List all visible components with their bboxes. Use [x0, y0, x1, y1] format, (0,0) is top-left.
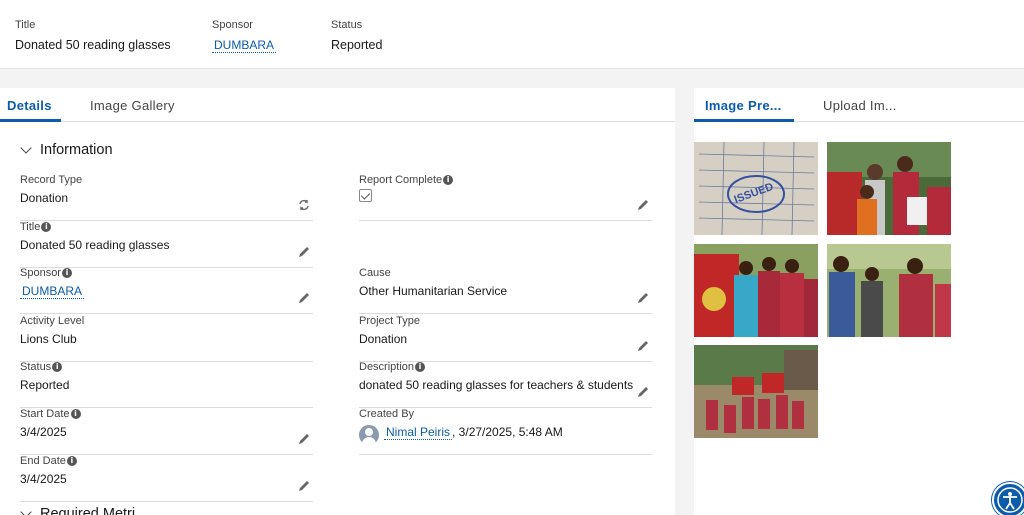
field-description: Description i donated 50 reading glasses …	[359, 361, 652, 408]
pencil-icon[interactable]	[297, 291, 311, 305]
document-photo: ISSUED	[694, 142, 818, 235]
field-value: Reported	[20, 378, 70, 392]
field-record-type: Record Type Donation	[20, 174, 313, 221]
chevron-down-icon	[20, 142, 32, 154]
record-highlights: Title Donated 50 reading glasses Sponsor…	[0, 0, 1024, 69]
highlight-title-label: Title	[15, 19, 36, 31]
required-metrics-section-toggle[interactable]: Required Metri...	[20, 506, 147, 515]
field-value: donated 50 reading glasses for teachers …	[359, 378, 634, 392]
information-section-toggle[interactable]: Information	[20, 142, 113, 158]
pencil-icon[interactable]	[297, 479, 311, 493]
field-label: Title	[20, 221, 41, 233]
field-value: Other Humanitarian Service	[359, 284, 508, 298]
gallery-image-document[interactable]: ISSUED	[694, 142, 818, 235]
highlight-title: Title Donated 50 reading glasses	[15, 19, 171, 52]
field-title: Title i Donated 50 reading glasses	[20, 221, 313, 268]
active-tab-indicator	[694, 119, 794, 122]
info-icon[interactable]: i	[443, 175, 454, 185]
field-label: Project Type	[359, 315, 420, 327]
tab-image-gallery[interactable]: Image Gallery	[90, 98, 175, 113]
field-label: Start Date	[20, 408, 70, 420]
pencil-icon[interactable]	[636, 198, 650, 212]
active-tab-indicator	[0, 119, 61, 122]
field-status: Status i Reported	[20, 361, 313, 408]
info-icon[interactable]: i	[70, 409, 81, 419]
field-label: Record Type	[20, 174, 83, 186]
image-tabs: Image Pre... Upload Im...	[694, 88, 1024, 122]
sponsor-link[interactable]: DUMBARA	[20, 284, 85, 299]
gallery-image-glasses-fitting[interactable]	[827, 244, 951, 337]
pencil-icon[interactable]	[636, 291, 650, 305]
people-photo	[827, 142, 951, 235]
field-label: Activity Level	[20, 315, 85, 327]
accessibility-button[interactable]	[992, 482, 1024, 515]
record-tabs: Details Image Gallery	[0, 88, 675, 122]
glasses-fitting-photo	[827, 244, 951, 337]
report-complete-checkbox	[359, 189, 372, 202]
field-project-type: Project Type Donation	[359, 315, 652, 362]
created-by-user-link[interactable]: Nimal Peiris	[384, 425, 453, 440]
field-activity-level: Activity Level Lions Club	[20, 315, 313, 362]
field-start-date: Start Date i 3/4/2025	[20, 408, 313, 455]
field-cause: Cause Other Humanitarian Service	[359, 267, 652, 314]
info-icon[interactable]: i	[66, 456, 77, 466]
required-metrics-section-title: Required Metri...	[40, 506, 148, 515]
field-label: Sponsor	[20, 267, 61, 279]
avatar-icon	[359, 425, 379, 445]
info-icon[interactable]: i	[41, 222, 52, 232]
field-label: End Date	[20, 455, 66, 467]
accessibility-icon	[997, 487, 1023, 513]
tab-upload-image[interactable]: Upload Im...	[823, 98, 897, 113]
gallery-image-banner-group[interactable]	[694, 244, 818, 337]
field-label: Created By	[359, 408, 415, 420]
information-section-title: Information	[40, 142, 113, 158]
info-icon[interactable]: i	[61, 268, 72, 278]
pencil-icon[interactable]	[297, 245, 311, 259]
highlight-status-value: Reported	[331, 38, 383, 52]
highlight-sponsor: Sponsor DUMBARA	[212, 19, 277, 53]
gallery-image-outdoor-group[interactable]	[694, 345, 818, 438]
info-icon[interactable]: i	[415, 362, 426, 372]
field-value: 3/4/2025	[20, 425, 67, 439]
refresh-icon[interactable]	[297, 198, 311, 212]
highlight-status-label: Status	[331, 19, 363, 31]
details-card: Details Image Gallery Information Record…	[0, 88, 675, 515]
tab-image-preview[interactable]: Image Pre...	[705, 98, 782, 113]
image-card: Image Pre... Upload Im... ISSUED	[694, 88, 1024, 515]
info-icon[interactable]: i	[52, 362, 63, 372]
field-label: Cause	[359, 267, 391, 279]
highlight-status: Status Reported	[331, 19, 382, 52]
banner-group-photo	[694, 244, 818, 337]
field-created-by: Created By Nimal Peiris, 3/27/2025, 5:48…	[359, 408, 652, 455]
field-label: Report Complete	[359, 174, 443, 186]
pencil-icon[interactable]	[636, 385, 650, 399]
gallery-image-people[interactable]	[827, 142, 951, 235]
field-sponsor: Sponsor i DUMBARA	[20, 267, 313, 314]
tab-details[interactable]: Details	[7, 98, 52, 113]
field-label: Description	[359, 361, 415, 373]
pencil-icon[interactable]	[297, 432, 311, 446]
field-value: 3/4/2025	[20, 472, 67, 486]
chevron-down-icon	[20, 506, 32, 515]
field-value: Donated 50 reading glasses	[20, 238, 170, 252]
highlight-title-value: Donated 50 reading glasses	[15, 38, 171, 52]
created-by-timestamp: , 3/27/2025, 5:48 AM	[452, 425, 563, 439]
field-value: Donation	[20, 191, 69, 205]
pencil-icon[interactable]	[636, 339, 650, 353]
highlight-sponsor-link[interactable]: DUMBARA	[212, 38, 277, 53]
field-end-date: End Date i 3/4/2025	[20, 455, 313, 502]
field-value: Lions Club	[20, 332, 77, 346]
highlight-sponsor-label: Sponsor	[212, 19, 253, 31]
field-report-complete: Report Complete i	[359, 174, 652, 221]
field-value: Donation	[359, 332, 408, 346]
field-label: Status	[20, 361, 52, 373]
outdoor-group-photo	[694, 345, 818, 438]
